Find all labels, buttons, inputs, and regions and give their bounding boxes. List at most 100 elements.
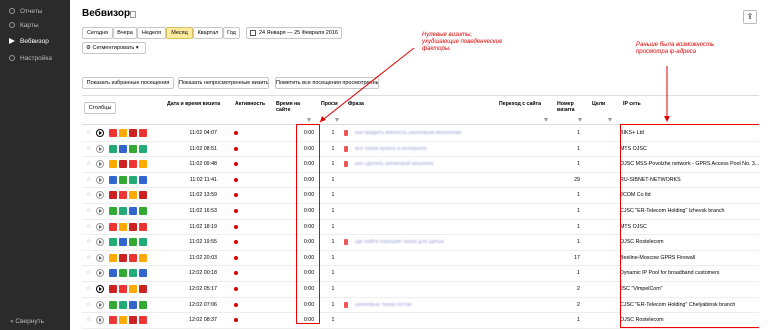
visit-time: 11:02 18:19: [189, 223, 217, 230]
collapse-sidebar-button[interactable]: « Свернуть: [10, 318, 44, 325]
scrollbar[interactable]: [759, 0, 770, 330]
period-yesterday[interactable]: Вчера: [113, 27, 137, 39]
filter-icon[interactable]: [335, 118, 339, 122]
filter-icon[interactable]: [578, 118, 582, 122]
star-icon[interactable]: ☆: [86, 224, 91, 231]
sidebar-item-settings[interactable]: Настройка: [0, 51, 70, 65]
star-icon[interactable]: ☆: [86, 177, 91, 184]
activity-indicator: [234, 177, 238, 182]
period-quarter[interactable]: Квартал: [193, 27, 223, 39]
views-count: 1: [331, 207, 335, 214]
visit-number: 1: [577, 207, 580, 214]
annotation-zero-visits: Нулевые визиты, ухудшающие поведенческие…: [422, 32, 503, 52]
share-button[interactable]: ⇪: [743, 10, 757, 24]
search-phrase[interactable]: где найти хорошие ткани для шитья: [355, 239, 444, 245]
os-icon: [139, 222, 147, 231]
search-engine-icon: [109, 144, 117, 153]
activity-indicator: [234, 255, 238, 260]
play-button[interactable]: [96, 222, 104, 231]
filter-icon[interactable]: [608, 118, 612, 122]
flag-icon: [119, 238, 127, 247]
period-month[interactable]: Месяц: [166, 27, 193, 39]
play-button[interactable]: [96, 300, 104, 309]
highlight-duration-column: [296, 124, 320, 324]
views-count: 1: [331, 223, 335, 230]
col-activity[interactable]: Активность: [235, 101, 265, 107]
bookmark-icon[interactable]: [130, 11, 136, 18]
visit-number: 1: [577, 130, 580, 136]
os-icon: [139, 253, 147, 262]
col-datetime[interactable]: Дата и время визита: [167, 101, 220, 107]
chevron-down-icon: ▾: [135, 45, 139, 51]
play-button[interactable]: [96, 129, 104, 137]
col-transition[interactable]: Переход с сайта: [499, 101, 541, 107]
flag-icon: [119, 300, 127, 309]
search-engine-icon: [109, 316, 117, 325]
visit-number: 1: [577, 317, 580, 324]
period-year[interactable]: Год: [223, 27, 240, 39]
search-phrase[interactable]: как сделать шелковый мешочек: [355, 161, 433, 167]
flag-icon: [119, 175, 127, 184]
show-unviewed-button[interactable]: Показать непросмотренные визиты: [178, 77, 269, 89]
annotation-ip-note: Раньше была возможность просмотра ip-адр…: [636, 42, 715, 55]
col-ip-network[interactable]: IP сеть: [623, 101, 641, 107]
play-button[interactable]: [96, 269, 104, 278]
star-icon[interactable]: ☆: [86, 317, 91, 324]
period-week[interactable]: Неделя: [137, 27, 166, 39]
star-icon[interactable]: ☆: [86, 208, 91, 215]
filter-icon[interactable]: [544, 118, 548, 122]
search-engine-icon: [109, 160, 117, 169]
play-button[interactable]: [96, 175, 104, 184]
flag-icon: [119, 191, 127, 200]
search-engine-icon: [344, 301, 348, 308]
star-icon[interactable]: ☆: [86, 130, 91, 137]
flag-icon: [119, 253, 127, 262]
star-icon[interactable]: ☆: [86, 192, 91, 199]
search-phrase[interactable]: все ткани купить в интернете: [355, 146, 427, 152]
col-duration[interactable]: Время на сайте: [276, 101, 304, 113]
views-count: 1: [331, 161, 335, 168]
col-goals[interactable]: Цели: [592, 101, 605, 107]
play-button[interactable]: [96, 253, 104, 262]
play-button[interactable]: [96, 316, 104, 325]
star-icon[interactable]: ☆: [86, 286, 91, 293]
mark-all-viewed-button[interactable]: Пометить все посещения просмотренными: [275, 77, 379, 89]
star-icon[interactable]: ☆: [86, 302, 91, 309]
star-icon[interactable]: ☆: [86, 161, 91, 168]
star-icon[interactable]: ☆: [86, 270, 91, 277]
browser-icon: [129, 300, 137, 309]
search-phrase[interactable]: как придать мягкость шелковым мешочкам: [355, 130, 461, 136]
filter-icon[interactable]: [307, 118, 311, 122]
activity-indicator: [234, 318, 238, 323]
sidebar-item-reports[interactable]: Отчеты: [0, 4, 70, 18]
play-button[interactable]: [96, 206, 104, 215]
flag-icon: [119, 316, 127, 325]
os-icon: [139, 191, 147, 200]
period-today[interactable]: Сегодня: [82, 27, 113, 39]
page-title: Вебвизор: [82, 8, 131, 19]
play-button[interactable]: [96, 191, 104, 200]
maps-icon: [9, 22, 15, 28]
star-icon[interactable]: ☆: [86, 146, 91, 153]
col-page-number[interactable]: Номер визита: [557, 101, 579, 113]
show-favorites-button[interactable]: Показать избранные посещения: [82, 77, 174, 89]
sidebar-item-webvisor[interactable]: Вебвизор: [0, 34, 70, 48]
search-phrase[interactable]: шелковые ткани оптом: [355, 302, 411, 308]
col-phrase[interactable]: Фраза: [348, 101, 364, 107]
play-button[interactable]: [96, 160, 104, 169]
play-button[interactable]: [96, 144, 104, 153]
views-count: 1: [331, 285, 335, 292]
play-button[interactable]: [96, 284, 104, 293]
star-icon[interactable]: ☆: [86, 255, 91, 262]
activity-indicator: [234, 286, 238, 291]
columns-button[interactable]: Столбцы: [84, 102, 116, 114]
browser-icon: [129, 175, 137, 184]
date-range-picker[interactable]: 24 Января — 25 Февраля 2016: [246, 27, 342, 39]
play-button[interactable]: [96, 238, 104, 247]
col-views[interactable]: Просм: [321, 101, 338, 107]
os-icon: [139, 144, 147, 153]
star-icon[interactable]: ☆: [86, 239, 91, 246]
os-icon: [139, 129, 147, 137]
segment-button[interactable]: ⚙ Сегментировать ▾: [82, 42, 146, 54]
sidebar-item-maps[interactable]: Карты: [0, 18, 70, 32]
